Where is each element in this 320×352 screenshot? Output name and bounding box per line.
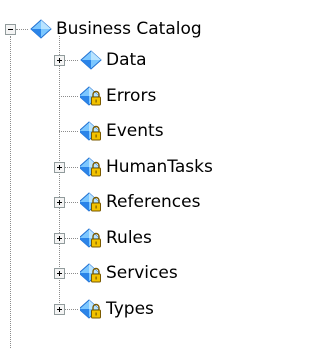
- locked-module-icon: [80, 227, 102, 248]
- expand-toggle[interactable]: [54, 232, 65, 244]
- business-catalog-icon: [30, 19, 52, 39]
- locked-module-icon: [80, 298, 102, 319]
- expand-toggle[interactable]: [54, 55, 65, 66]
- tree-node-label: Events: [106, 121, 164, 141]
- tree-node-label: Errors: [106, 85, 157, 106]
- locked-module-icon: [80, 121, 102, 141]
- locked-module-icon: [80, 85, 102, 106]
- locked-module-icon: [80, 192, 102, 212]
- locked-module-icon: [80, 156, 102, 177]
- collapse-toggle[interactable]: [5, 24, 16, 35]
- tree-node-label: Business Catalog: [56, 19, 202, 39]
- tree-node-label: Services: [106, 263, 178, 283]
- business-catalog-tree: Business Catalog Data Errors Events Huma…: [0, 0, 253, 352]
- tree-node-label: Rules: [106, 227, 152, 248]
- locked-module-icon: [80, 263, 102, 283]
- tree-node-label: Types: [106, 298, 154, 319]
- expand-toggle[interactable]: [54, 161, 65, 173]
- tree-node-label: Data: [106, 50, 147, 70]
- expand-toggle[interactable]: [54, 303, 65, 315]
- tree-node-label: HumanTasks: [106, 156, 213, 177]
- tree-root-connector: [10, 36, 11, 348]
- expand-toggle[interactable]: [54, 268, 65, 279]
- tree-node-label: References: [106, 192, 201, 212]
- module-icon: [80, 50, 102, 70]
- expand-toggle[interactable]: [54, 197, 65, 208]
